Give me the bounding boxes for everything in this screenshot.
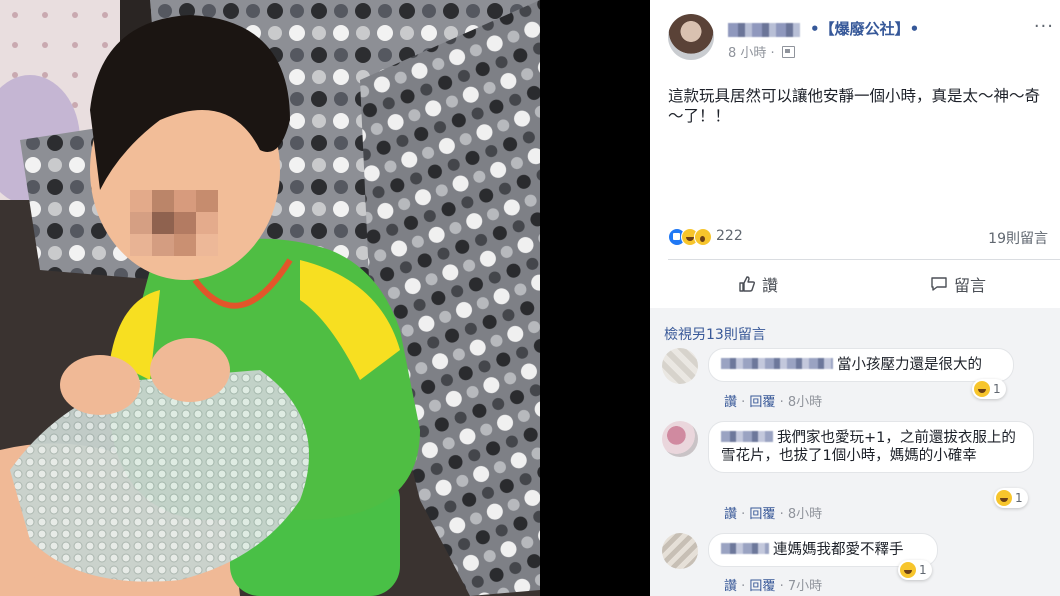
comment-like-link[interactable]: 讚 <box>724 507 737 522</box>
comment-reply-link[interactable]: 回覆 <box>749 395 775 410</box>
commenter-avatar[interactable] <box>662 533 698 569</box>
comment-time[interactable]: 7小時 <box>788 579 822 594</box>
comment-actions: 讚 · 回覆 · 8小時 <box>724 507 823 522</box>
comment-reaction-count: 1 <box>993 382 1001 396</box>
comment-reactions[interactable]: 1 <box>972 379 1006 399</box>
commenter-avatar[interactable] <box>662 421 698 457</box>
group-name-link[interactable]: •【爆廢公社】• <box>810 18 919 39</box>
commenter-name-blurred[interactable] <box>721 431 773 442</box>
like-label: 讚 <box>762 276 779 295</box>
author-name-blurred[interactable] <box>728 23 800 37</box>
post-meta: 8 小時 · <box>728 42 795 61</box>
author-avatar[interactable] <box>668 14 714 60</box>
wow-icon <box>694 228 712 246</box>
comment-button[interactable]: 留言 <box>930 272 986 296</box>
post-time[interactable]: 8 小時 · <box>728 46 775 61</box>
comment-reply-link[interactable]: 回覆 <box>749 579 775 594</box>
comments-section: 檢視另13則留言 當小孩壓力還是很大的 1 讚 · 回覆 · 8小時 我們家也愛… <box>650 308 1060 596</box>
comment-label: 留言 <box>954 276 987 295</box>
haha-icon <box>974 381 990 397</box>
photo-image <box>0 0 540 596</box>
comment-reply-link[interactable]: 回覆 <box>749 507 775 522</box>
comment-time[interactable]: 8小時 <box>788 507 822 522</box>
reaction-count[interactable]: 222 <box>716 228 743 244</box>
comment-actions: 讚 · 回覆 · 7小時 <box>724 579 823 594</box>
thumbs-up-icon <box>738 275 756 293</box>
comment-reactions[interactable]: 1 <box>994 488 1028 508</box>
comment-text: 連媽媽我都愛不釋手 <box>773 542 904 558</box>
post-header: •【爆廢公社】• 8 小時 · ··· <box>668 14 1060 64</box>
reactions-summary[interactable]: 222 19則留言 <box>668 228 1048 248</box>
commenter-avatar[interactable] <box>662 348 698 384</box>
more-options-button[interactable]: ··· <box>1034 16 1054 37</box>
comment-reaction-count: 1 <box>1015 491 1023 505</box>
view-more-comments-link[interactable]: 檢視另13則留言 <box>664 324 766 344</box>
comment-like-link[interactable]: 讚 <box>724 579 737 594</box>
comment-time[interactable]: 8小時 <box>788 395 822 410</box>
post-panel: •【爆廢公社】• 8 小時 · ··· 這款玩具居然可以讓他安靜一個小時，真是太… <box>650 0 1060 596</box>
comment-bubble-icon <box>930 275 948 293</box>
commenter-name-blurred[interactable] <box>721 358 833 369</box>
comment-reactions[interactable]: 1 <box>898 560 932 580</box>
post-actions: 讚 留言 <box>668 262 1060 306</box>
comment-bubble: 當小孩壓力還是很大的 <box>708 348 1014 382</box>
group-icon <box>781 46 795 58</box>
comment-text: 當小孩壓力還是很大的 <box>837 357 982 373</box>
comment-actions: 讚 · 回覆 · 8小時 <box>724 395 823 410</box>
post-text: 這款玩具居然可以讓他安靜一個小時，真是太～神～奇～了！！ <box>668 87 1041 125</box>
like-button[interactable]: 讚 <box>738 272 778 296</box>
haha-icon <box>900 562 916 578</box>
commenter-name-blurred[interactable] <box>721 543 769 554</box>
comment-bubble: 我們家也愛玩+1，之前還拔衣服上的雪花片，也拔了1個小時，媽媽的小確幸 <box>708 421 1034 473</box>
comment-reaction-count: 1 <box>919 563 927 577</box>
haha-icon <box>996 490 1012 506</box>
post-photo[interactable] <box>0 0 650 596</box>
comment-count[interactable]: 19則留言 <box>988 228 1048 248</box>
divider <box>668 259 1060 260</box>
comment-like-link[interactable]: 讚 <box>724 395 737 410</box>
